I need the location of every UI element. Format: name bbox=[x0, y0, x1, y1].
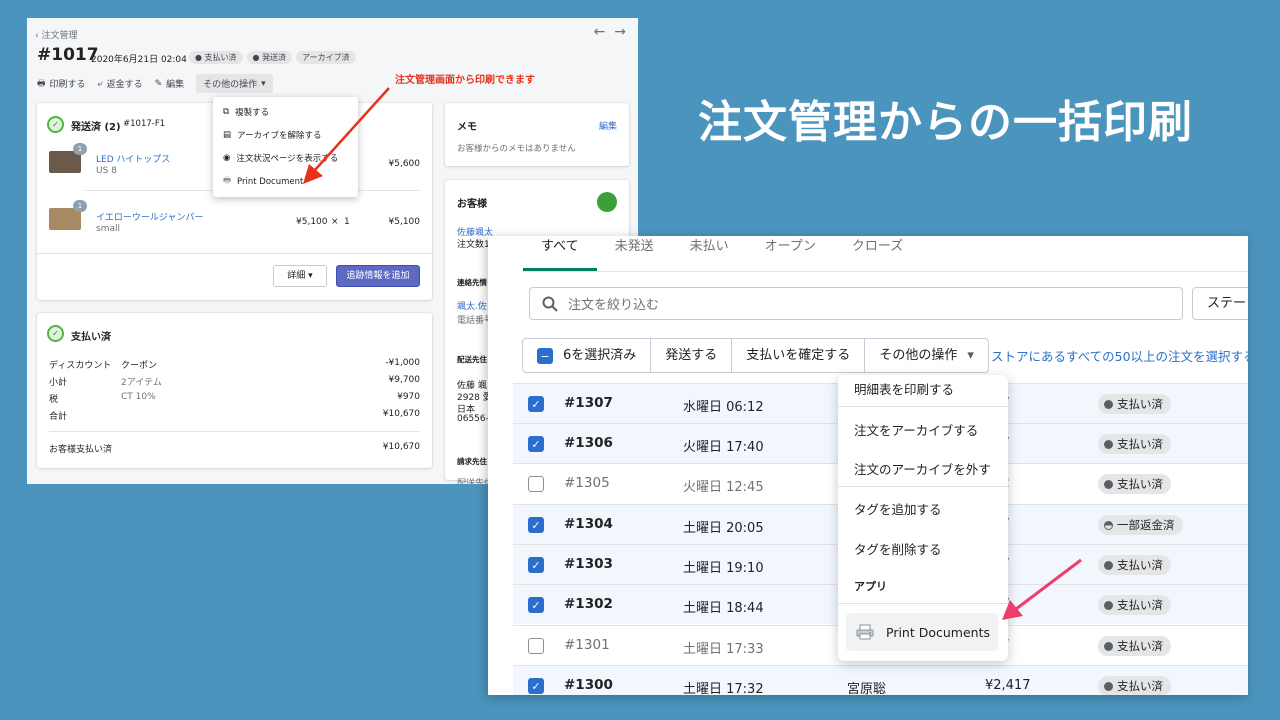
page-title: 注文管理からの一括印刷 bbox=[698, 97, 1193, 148]
annotation-arrow bbox=[1002, 558, 1082, 620]
order-list-screenshot: すべて 未発送 未払い オープン クローズ 注文を絞り込む ステー −6を選択済… bbox=[488, 236, 1248, 695]
